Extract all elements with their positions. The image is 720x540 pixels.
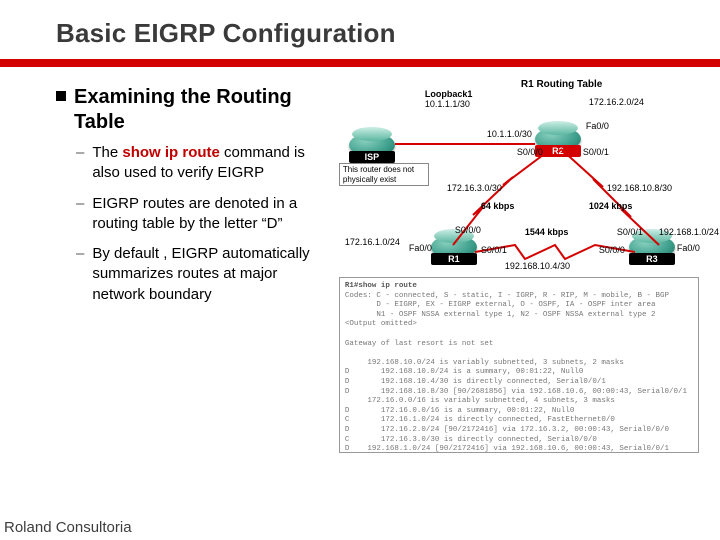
loopback-ip: 10.1.1.1/30 bbox=[425, 99, 470, 109]
link-r2-r3 bbox=[559, 147, 669, 247]
ip-label: 192.168.10.8/30 bbox=[607, 183, 672, 193]
iface-label: S0/0/1 bbox=[583, 147, 609, 157]
ip-label: 172.16.1.0/24 bbox=[345, 237, 400, 247]
iface-label: S0/0/0 bbox=[455, 225, 481, 235]
ip-label: 172.16.2.0/24 bbox=[589, 97, 644, 107]
diagram-panel: R1 Routing Table Loopback1 10.1.1.1/30 I… bbox=[339, 85, 680, 495]
iface-label: Fa0/0 bbox=[677, 243, 700, 253]
dash-icon: – bbox=[76, 194, 84, 235]
iface-label: S0/0/0 bbox=[599, 245, 625, 255]
link-isp-r2 bbox=[395, 143, 535, 145]
router-r1-label: R1 bbox=[431, 253, 477, 265]
list-item: – By default , EIGRP automatically summa… bbox=[76, 244, 329, 305]
iface-label: S0/0/0 bbox=[517, 147, 543, 157]
dash-icon: – bbox=[76, 244, 84, 305]
loopback-label: Loopback1 bbox=[425, 89, 473, 99]
list-item-text: EIGRP routes are denoted in a routing ta… bbox=[92, 194, 329, 235]
cli-output: R1#show ip route Codes: C - connected, S… bbox=[339, 277, 699, 453]
iface-label: Fa0/0 bbox=[586, 121, 609, 131]
bullet-square-icon bbox=[56, 91, 66, 101]
list-item-text: By default , EIGRP automatically summari… bbox=[92, 244, 329, 305]
router-r3-label: R3 bbox=[629, 253, 675, 265]
note-no-physical: This router does not physically exist bbox=[339, 163, 429, 186]
list-item-text: The show ip route command is also used t… bbox=[92, 143, 329, 184]
command-text: show ip route bbox=[122, 144, 220, 161]
accent-bar bbox=[0, 59, 720, 67]
list-item: – EIGRP routes are denoted in a routing … bbox=[76, 194, 329, 235]
bandwidth-label: 1544 kbps bbox=[525, 227, 569, 237]
dash-icon: – bbox=[76, 143, 84, 184]
iface-label: S0/0/1 bbox=[617, 227, 643, 237]
ip-label: 10.1.1.0/30 bbox=[487, 129, 532, 139]
ip-label: 192.168.1.0/24 bbox=[659, 227, 719, 237]
bandwidth-label: 1024 kbps bbox=[589, 201, 633, 211]
router-isp-icon: ISP bbox=[349, 133, 395, 157]
page-title: Basic EIGRP Configuration bbox=[56, 18, 680, 49]
iface-label: Fa0/0 bbox=[409, 243, 432, 253]
ip-label: 192.168.10.4/30 bbox=[505, 261, 570, 271]
bullet-list: – The show ip route command is also used… bbox=[56, 143, 329, 305]
routing-table-title: R1 Routing Table bbox=[521, 79, 602, 90]
iface-label: S0/0/1 bbox=[481, 245, 507, 255]
list-item: – The show ip route command is also used… bbox=[76, 143, 329, 184]
content-row: Examining the Routing Table – The show i… bbox=[56, 85, 680, 495]
left-column: Examining the Routing Table – The show i… bbox=[56, 85, 329, 495]
bandwidth-label: 64 kbps bbox=[481, 201, 515, 211]
router-isp-label: ISP bbox=[349, 151, 395, 163]
ip-label: 172.16.3.0/30 bbox=[447, 183, 502, 193]
section-heading: Examining the Routing Table bbox=[56, 85, 329, 135]
footer-text: Roland Consultoria bbox=[0, 513, 720, 540]
section-heading-text: Examining the Routing Table bbox=[74, 85, 329, 135]
